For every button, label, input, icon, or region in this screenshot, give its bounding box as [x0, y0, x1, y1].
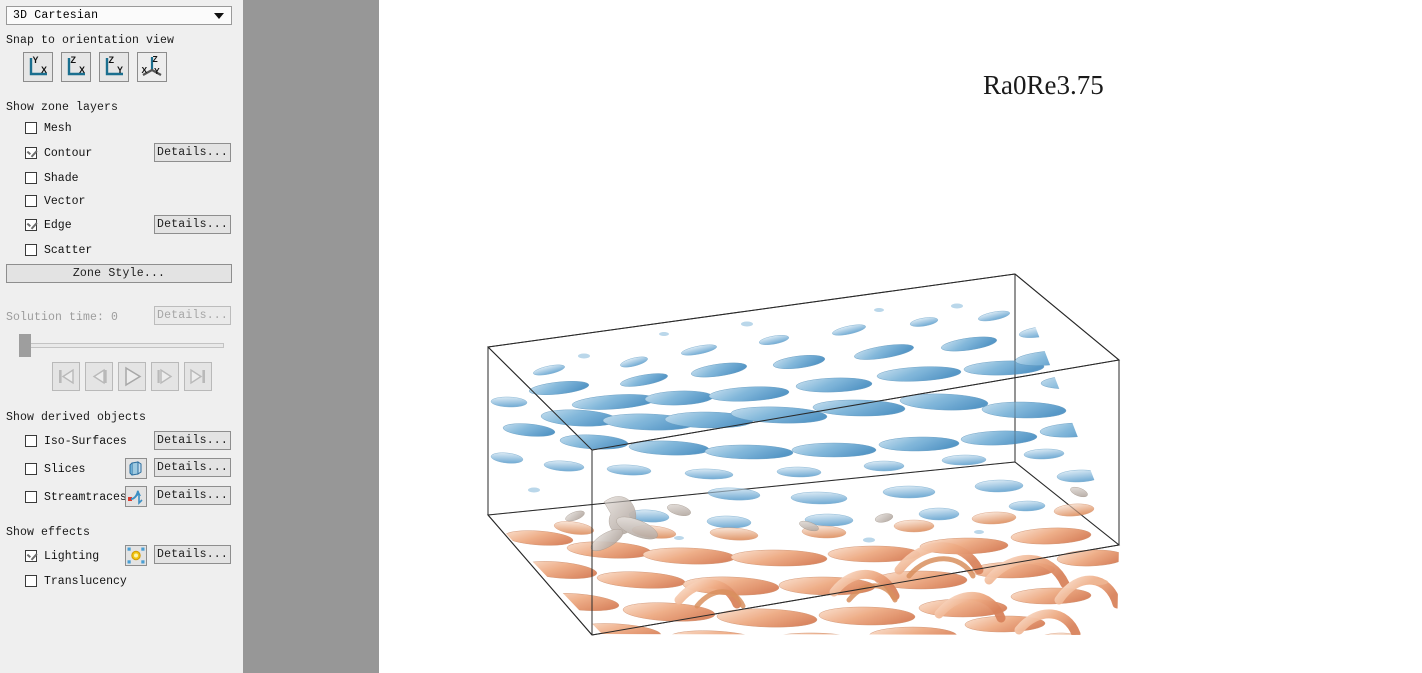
zone-layer-label: Vector: [44, 194, 86, 208]
checkbox-slices[interactable]: [25, 463, 37, 475]
cool-isosurfaces: [490, 303, 1119, 543]
svg-text:Z: Z: [153, 54, 158, 64]
solution-time-slider-track[interactable]: [22, 343, 224, 348]
checkbox-vector[interactable]: [25, 195, 37, 207]
derived-row-streamtraces[interactable]: Streamtraces: [25, 489, 127, 505]
effects-label: Translucency: [44, 574, 127, 588]
lighting-details-button[interactable]: Details...: [154, 545, 231, 564]
tecplot-window: 3D Cartesian Snap to orientation view Y …: [0, 0, 1422, 673]
playback-prev-button[interactable]: [85, 362, 113, 391]
zone-layer-row-edge[interactable]: Edge: [25, 217, 72, 233]
svg-text:X: X: [142, 65, 148, 75]
sidebar-panel: 3D Cartesian Snap to orientation view Y …: [0, 0, 243, 673]
chevron-down-icon: [214, 12, 224, 19]
effects-row-lighting[interactable]: Lighting: [25, 548, 99, 564]
zone-layer-label: Shade: [44, 171, 79, 185]
snap-view-yx-button[interactable]: Y X: [23, 52, 53, 82]
derived-row-slices[interactable]: Slices: [25, 461, 85, 477]
plot-type-dropdown[interactable]: 3D Cartesian: [6, 6, 232, 25]
zone-layer-label: Scatter: [44, 243, 93, 257]
svg-text:Y: Y: [117, 65, 123, 75]
solution-time-label: Solution time: 0: [6, 311, 119, 324]
effects-row-translucency[interactable]: Translucency: [25, 573, 127, 589]
checkbox-edge[interactable]: [25, 219, 37, 231]
checkbox-mesh[interactable]: [25, 122, 37, 134]
solution-time-slider-thumb[interactable]: [19, 334, 31, 357]
derived-label: Streamtraces: [44, 490, 127, 504]
zone-layer-row-contour[interactable]: Contour: [25, 145, 92, 161]
zone-layer-label: Mesh: [44, 121, 72, 135]
svg-text:Z: Z: [109, 55, 115, 65]
effects-label: Lighting: [44, 549, 100, 563]
svg-text:Y: Y: [154, 66, 160, 76]
playback-next-button[interactable]: [151, 362, 179, 391]
derived-section-label: Show derived objects: [6, 411, 147, 424]
svg-text:Y: Y: [33, 55, 39, 65]
checkbox-iso-surfaces[interactable]: [25, 435, 37, 447]
playback-last-button[interactable]: [184, 362, 212, 391]
zone-section-label: Show zone layers: [6, 101, 119, 114]
derived-row-iso-surfaces[interactable]: Iso-Surfaces: [25, 433, 127, 449]
zone-layer-label: Contour: [44, 146, 93, 160]
svg-text:Z: Z: [71, 55, 77, 65]
effects-section-label: Show effects: [6, 526, 91, 539]
checkbox-contour[interactable]: [25, 147, 37, 159]
zone-layer-row-scatter[interactable]: Scatter: [25, 242, 92, 258]
contour-details-button[interactable]: Details...: [154, 143, 231, 162]
solution-time-details-button: Details...: [154, 306, 231, 325]
checkbox-lighting[interactable]: [25, 550, 37, 562]
svg-text:X: X: [79, 65, 85, 75]
edge-details-button[interactable]: Details...: [154, 215, 231, 234]
panel-gutter: [243, 0, 379, 673]
zone-layer-row-mesh[interactable]: Mesh: [25, 120, 72, 136]
lighting-icon[interactable]: [125, 545, 147, 566]
svg-text:X: X: [41, 65, 47, 75]
zone-layer-row-shade[interactable]: Shade: [25, 170, 79, 186]
checkbox-translucency[interactable]: [25, 575, 37, 587]
playback-controls: [52, 362, 212, 391]
slice-tool-icon[interactable]: [125, 458, 147, 479]
isosurface-scene: [486, 273, 1121, 636]
streamtraces-details-button[interactable]: Details...: [154, 486, 231, 505]
snap-section-label: Snap to orientation view: [6, 34, 175, 47]
playback-first-button[interactable]: [52, 362, 80, 391]
plot-type-value: 3D Cartesian: [13, 9, 99, 22]
snap-view-zy-button[interactable]: Z Y: [99, 52, 129, 82]
checkbox-shade[interactable]: [25, 172, 37, 184]
playback-play-button[interactable]: [118, 362, 146, 391]
zone-layer-label: Edge: [44, 218, 72, 232]
zone-layer-row-vector[interactable]: Vector: [25, 193, 85, 209]
snap-view-xyz-button[interactable]: Z X Y: [137, 52, 167, 82]
slices-details-button[interactable]: Details...: [154, 458, 231, 477]
snap-orientation-buttons: Y X Z X Z Y Z X Y: [23, 52, 167, 82]
iso-surfaces-details-button[interactable]: Details...: [154, 431, 231, 450]
plot-canvas[interactable]: Ra0Re3.75: [379, 0, 1422, 673]
checkbox-streamtraces[interactable]: [25, 491, 37, 503]
derived-label: Iso-Surfaces: [44, 434, 127, 448]
checkbox-scatter[interactable]: [25, 244, 37, 256]
streamtrace-tool-icon[interactable]: [125, 486, 147, 507]
derived-label: Slices: [44, 462, 86, 476]
zone-style-button[interactable]: Zone Style...: [6, 264, 232, 283]
snap-view-zx-button[interactable]: Z X: [61, 52, 91, 82]
